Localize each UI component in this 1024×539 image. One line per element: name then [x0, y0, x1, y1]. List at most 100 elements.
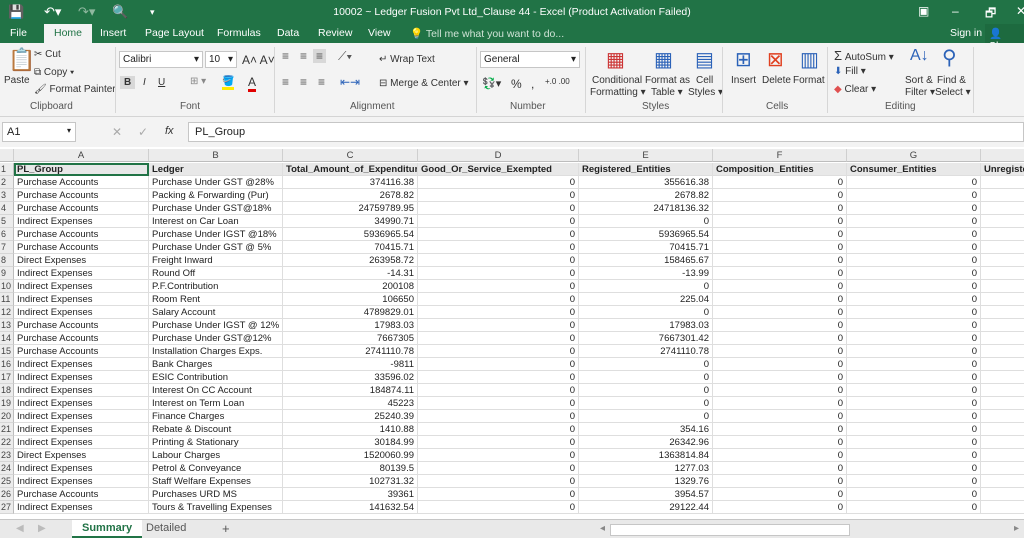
cell[interactable]: Purchase Under GST@18% [149, 202, 283, 215]
cell[interactable]: 102731.32 [283, 475, 418, 488]
cell[interactable]: 0 [847, 475, 981, 488]
cell[interactable] [981, 384, 1024, 397]
cell[interactable] [981, 423, 1024, 436]
format-as-table-button[interactable]: Format as [645, 75, 690, 86]
cell[interactable]: 5936965.54 [283, 228, 418, 241]
align-top-icon[interactable]: ≡ [282, 49, 289, 63]
cell[interactable]: 225.04 [579, 293, 713, 306]
cell[interactable]: Purchase Accounts [14, 332, 149, 345]
cell[interactable]: 0 [579, 358, 713, 371]
cell[interactable] [981, 228, 1024, 241]
cell[interactable]: 0 [847, 371, 981, 384]
row-header[interactable]: 13 [0, 319, 14, 332]
column-header-h[interactable]: H [981, 149, 1024, 162]
indent-icon[interactable]: ⇤⇥ [340, 75, 360, 89]
clear-button[interactable]: ◆ Clear ▾ [834, 84, 876, 95]
cell[interactable]: 0 [418, 397, 579, 410]
row-header[interactable]: 19 [0, 397, 14, 410]
column-header-a[interactable]: A [14, 149, 149, 162]
cell[interactable]: Indirect Expenses [14, 306, 149, 319]
format-cells-button[interactable]: Format [793, 75, 825, 86]
cell[interactable]: 0 [847, 358, 981, 371]
cell[interactable]: 3954.57 [579, 488, 713, 501]
cell[interactable]: 0 [847, 241, 981, 254]
cell[interactable]: 2678.82 [579, 189, 713, 202]
cell[interactable]: 0 [847, 228, 981, 241]
cell[interactable]: Indirect Expenses [14, 462, 149, 475]
find-select-button[interactable]: Find & [937, 75, 966, 86]
row-header[interactable]: 9 [0, 267, 14, 280]
font-name-select[interactable]: Calibri ▾ [119, 51, 203, 68]
cell[interactable]: Purchase Accounts [14, 202, 149, 215]
cell[interactable]: 0 [418, 358, 579, 371]
cell-styles-button[interactable]: Cell [696, 75, 713, 86]
italic-button[interactable]: I [143, 77, 146, 88]
share-button[interactable]: 👤Share [985, 24, 1024, 52]
cell[interactable]: ESIC Contribution [149, 371, 283, 384]
tab-page-layout[interactable]: Page Layout [145, 27, 204, 39]
tab-data[interactable]: Data [277, 27, 299, 39]
cell[interactable]: 0 [847, 319, 981, 332]
cell[interactable]: Purchase Accounts [14, 345, 149, 358]
header-cell[interactable]: Composition_Entities [713, 163, 847, 176]
bold-button[interactable]: B [120, 76, 136, 89]
row-header[interactable]: 12 [0, 306, 14, 319]
number-format-select[interactable]: General ▾ [480, 51, 580, 68]
cell[interactable] [981, 475, 1024, 488]
cell[interactable]: 0 [847, 267, 981, 280]
tab-formulas[interactable]: Formulas [217, 27, 261, 39]
cell[interactable]: Purchase Under GST @28% [149, 176, 283, 189]
cell[interactable]: 0 [847, 384, 981, 397]
cell[interactable]: 0 [418, 267, 579, 280]
cell[interactable] [981, 501, 1024, 514]
cell[interactable]: 158465.67 [579, 254, 713, 267]
cell[interactable]: 0 [713, 488, 847, 501]
insert-cells-icon[interactable]: ⊞ [735, 47, 752, 72]
align-right-icon[interactable]: ≡ [318, 75, 325, 89]
cell[interactable]: 0 [713, 501, 847, 514]
cell[interactable]: 0 [418, 462, 579, 475]
column-header-d[interactable]: D [418, 149, 579, 162]
cell[interactable]: 0 [418, 319, 579, 332]
cell[interactable] [981, 332, 1024, 345]
cell[interactable]: 0 [418, 410, 579, 423]
cell[interactable]: 0 [418, 501, 579, 514]
cell[interactable] [981, 319, 1024, 332]
sign-in-link[interactable]: Sign in [950, 27, 982, 39]
cell[interactable]: 0 [847, 410, 981, 423]
font-size-select[interactable]: 10 ▾ [205, 51, 237, 68]
cell[interactable]: 0 [847, 280, 981, 293]
cell[interactable]: 0 [418, 176, 579, 189]
cell[interactable]: 0 [847, 306, 981, 319]
cell[interactable]: Staff Welfare Expenses [149, 475, 283, 488]
column-header-e[interactable]: E [579, 149, 713, 162]
cell[interactable]: 25240.39 [283, 410, 418, 423]
cell[interactable]: 2741110.78 [579, 345, 713, 358]
cell[interactable]: 0 [713, 345, 847, 358]
cell[interactable]: 0 [713, 423, 847, 436]
conditional-formatting-button[interactable]: Conditional [592, 75, 642, 86]
row-header[interactable]: 5 [0, 215, 14, 228]
insert-cells-button[interactable]: Insert [731, 75, 756, 86]
cell[interactable]: 0 [713, 176, 847, 189]
cell[interactable]: 0 [713, 280, 847, 293]
cell[interactable]: 0 [713, 241, 847, 254]
cell[interactable]: 0 [847, 397, 981, 410]
cell[interactable]: 70415.71 [283, 241, 418, 254]
tab-review[interactable]: Review [318, 27, 352, 39]
cell[interactable]: 0 [713, 384, 847, 397]
cell[interactable]: 24718136.32 [579, 202, 713, 215]
cell[interactable]: 0 [713, 254, 847, 267]
delete-cells-icon[interactable]: ⊠ [767, 47, 784, 72]
cell[interactable]: Indirect Expenses [14, 267, 149, 280]
cell[interactable]: 0 [847, 254, 981, 267]
cell[interactable]: Indirect Expenses [14, 410, 149, 423]
cell[interactable] [981, 345, 1024, 358]
orientation-icon[interactable]: ⟋▾ [338, 49, 352, 64]
cell[interactable]: 106650 [283, 293, 418, 306]
cell[interactable]: 0 [418, 254, 579, 267]
row-header[interactable]: 15 [0, 345, 14, 358]
cell[interactable]: 1329.76 [579, 475, 713, 488]
row-header[interactable]: 24 [0, 462, 14, 475]
cell[interactable]: -13.99 [579, 267, 713, 280]
